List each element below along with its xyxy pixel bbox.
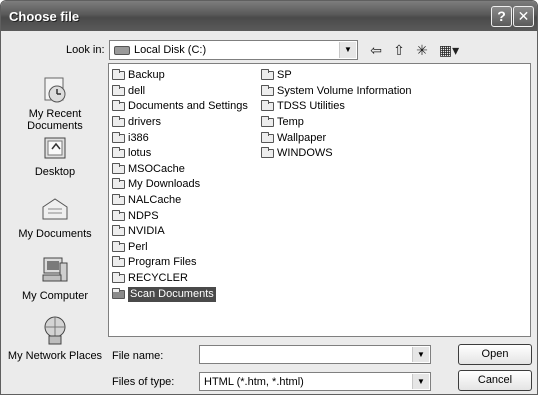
file-name-input[interactable]: ▼: [199, 345, 431, 364]
folder-icon: [112, 240, 125, 252]
file-list[interactable]: Backup dell Documents and Settings drive…: [108, 63, 531, 337]
file-column-2: SP System Volume Information TDSS Utilit…: [261, 68, 412, 162]
folder-icon: [112, 162, 125, 174]
folder-icon: [112, 209, 125, 221]
folder-icon: [112, 147, 125, 159]
open-button[interactable]: Open: [458, 344, 532, 365]
places-bar: My Recent Documents Desktop My Documents: [5, 63, 105, 381]
back-icon[interactable]: ⇦: [366, 41, 386, 59]
folder-icon: [112, 194, 125, 206]
folder-icon: [112, 178, 125, 190]
file-type-label: Files of type:: [112, 376, 175, 388]
place-label: My Computer: [21, 290, 89, 302]
folder-item[interactable]: Backup: [112, 68, 248, 84]
place-desktop[interactable]: Desktop: [5, 135, 105, 178]
file-type-value: HTML (*.htm, *.html): [204, 376, 304, 388]
help-button[interactable]: ?: [491, 6, 512, 27]
place-label: My Network Places: [7, 350, 103, 362]
folder-icon: [112, 100, 125, 112]
my-documents-icon: [42, 198, 68, 220]
drive-icon: [114, 45, 130, 55]
chevron-down-icon[interactable]: ▼: [412, 374, 429, 389]
chevron-down-icon[interactable]: ▼: [339, 42, 356, 58]
folder-item[interactable]: dell: [112, 84, 248, 100]
new-folder-icon[interactable]: ✳: [412, 41, 432, 59]
place-label: My Recent Documents: [27, 108, 83, 132]
folder-item[interactable]: TDSS Utilities: [261, 99, 412, 115]
folder-item[interactable]: WINDOWS: [261, 146, 412, 162]
cancel-button[interactable]: Cancel: [458, 370, 532, 391]
folder-icon: [112, 116, 125, 128]
chevron-down-icon[interactable]: ▼: [412, 347, 429, 362]
file-name-label: File name:: [112, 350, 164, 362]
folder-item[interactable]: Documents and Settings: [112, 99, 248, 115]
my-computer-icon: [42, 257, 68, 282]
look-in-value: Local Disk (C:): [134, 44, 207, 56]
folder-item[interactable]: MSOCache: [112, 162, 248, 178]
folder-item-selected[interactable]: Scan Documents: [112, 286, 248, 302]
folder-item[interactable]: NVIDIA: [112, 224, 248, 240]
network-places-icon: [44, 316, 66, 345]
folder-icon: [112, 84, 125, 96]
folder-item[interactable]: RECYCLER: [112, 271, 248, 287]
folder-item[interactable]: i386: [112, 130, 248, 146]
folder-item[interactable]: Wallpaper: [261, 130, 412, 146]
folder-icon: [112, 287, 125, 299]
choose-file-dialog: Choose file ? ✕ Look in: Local Disk (C:)…: [0, 0, 538, 395]
place-label: My Documents: [18, 228, 92, 240]
folder-item[interactable]: NALCache: [112, 193, 248, 209]
folder-item[interactable]: Temp: [261, 115, 412, 131]
folder-icon: [112, 272, 125, 284]
up-folder-icon[interactable]: ⇧: [389, 41, 409, 59]
place-label: Desktop: [34, 166, 76, 178]
folder-icon: [261, 100, 274, 112]
folder-icon: [261, 147, 274, 159]
look-in-dropdown[interactable]: Local Disk (C:) ▼: [109, 40, 358, 60]
folder-icon: [261, 69, 274, 81]
folder-item[interactable]: drivers: [112, 115, 248, 131]
folder-item[interactable]: Perl: [112, 240, 248, 256]
folder-icon: [261, 84, 274, 96]
folder-item[interactable]: SP: [261, 68, 412, 84]
folder-item[interactable]: NDPS: [112, 208, 248, 224]
dialog-title: Choose file: [9, 9, 80, 24]
place-recent-documents[interactable]: My Recent Documents: [5, 75, 105, 132]
look-in-label: Look in:: [66, 44, 105, 56]
folder-icon: [112, 69, 125, 81]
place-my-documents[interactable]: My Documents: [5, 195, 105, 240]
folder-item[interactable]: My Downloads: [112, 177, 248, 193]
place-my-computer[interactable]: My Computer: [5, 255, 105, 302]
view-menu-icon[interactable]: ▦▾: [435, 41, 463, 59]
folder-item[interactable]: System Volume Information: [261, 84, 412, 100]
folder-icon: [112, 256, 125, 268]
place-network-places[interactable]: My Network Places: [5, 315, 105, 362]
desktop-icon: [44, 137, 66, 159]
folder-icon: [112, 131, 125, 143]
folder-item[interactable]: lotus: [112, 146, 248, 162]
recent-documents-icon: [44, 77, 66, 103]
folder-icon: [261, 116, 274, 128]
close-button[interactable]: ✕: [513, 6, 534, 27]
folder-item[interactable]: Program Files: [112, 255, 248, 271]
folder-icon: [261, 131, 274, 143]
folder-icon: [112, 225, 125, 237]
title-bar[interactable]: Choose file ? ✕: [1, 1, 537, 31]
file-column-1: Backup dell Documents and Settings drive…: [112, 68, 248, 302]
file-type-dropdown[interactable]: HTML (*.htm, *.html) ▼: [199, 372, 431, 391]
